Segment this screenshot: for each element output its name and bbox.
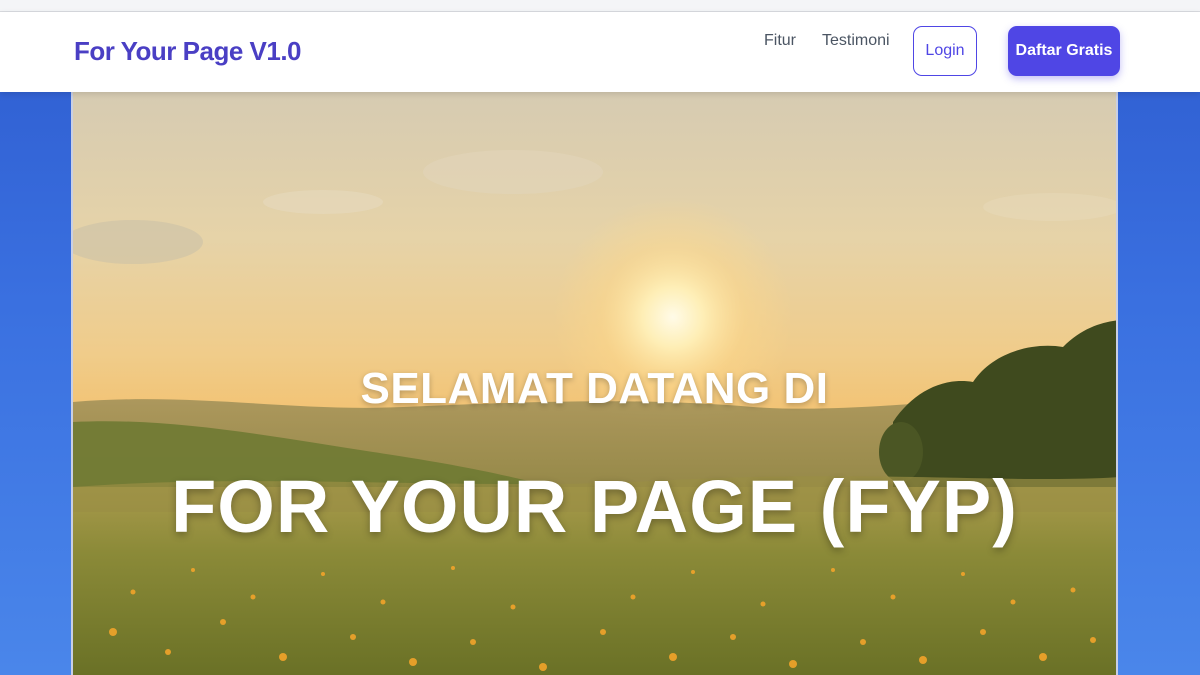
nav-link-fitur[interactable]: Fitur xyxy=(764,32,796,50)
cloud xyxy=(423,150,603,194)
browser-top-strip xyxy=(0,0,1200,12)
hero-subtitle: SELAMAT DATANG DI xyxy=(360,364,829,413)
cloud xyxy=(983,193,1116,221)
hero-title: FOR YOUR PAGE (FYP) xyxy=(171,465,1018,548)
nav-link-testimoni[interactable]: Testimoni xyxy=(822,32,890,50)
cloud xyxy=(263,190,383,214)
brand-logo[interactable]: For Your Page V1.0 xyxy=(74,36,302,67)
navbar: For Your Page V1.0 Fitur Testimoni Login… xyxy=(0,12,1200,92)
hero-section: SELAMAT DATANG DI FOR YOUR PAGE (FYP) xyxy=(71,92,1118,675)
signup-button[interactable]: Daftar Gratis xyxy=(1008,26,1120,76)
login-button[interactable]: Login xyxy=(913,26,977,76)
